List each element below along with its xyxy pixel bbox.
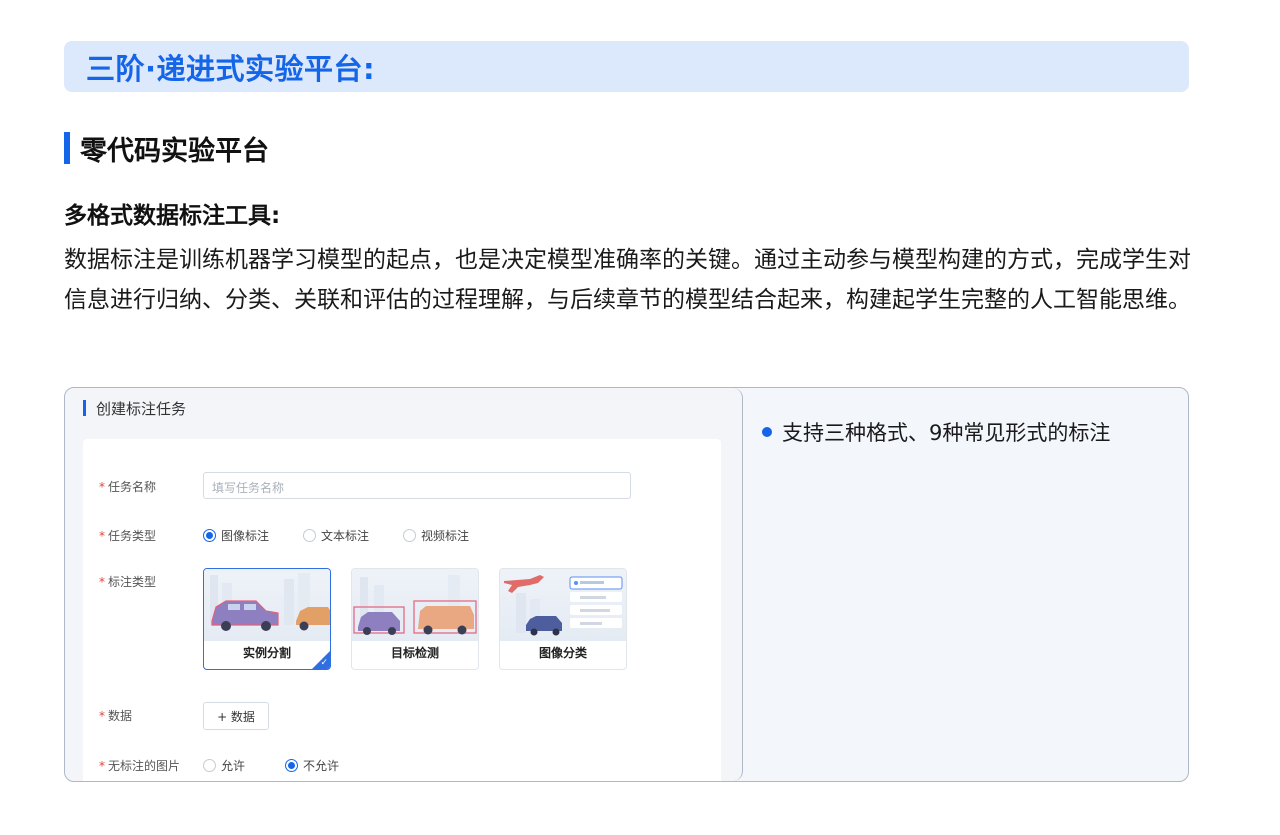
data-label: * 数据 xyxy=(99,709,133,723)
radio-circle xyxy=(203,759,216,772)
radio-disallow[interactable]: 不允许 xyxy=(285,757,339,774)
radio-circle-checked xyxy=(203,529,216,542)
instance-segmentation-thumbnail xyxy=(204,569,330,641)
form-heading: 创建标注任务 xyxy=(83,398,186,418)
task-name-label: * 任务名称 xyxy=(99,480,157,494)
banner-title: 三阶·递进式实验平台: xyxy=(86,51,376,86)
card-label: 目标检测 xyxy=(390,646,439,660)
annotation-task-screenshot: 创建标注任务 * 任务名称 填写任务名称 * 任务类型 图像标注 文本标注 视频… xyxy=(65,388,743,781)
radio-circle xyxy=(303,529,317,542)
heading-accent-bar xyxy=(83,400,86,416)
required-mark: * xyxy=(99,480,105,494)
section-title: 零代码实验平台 xyxy=(80,135,269,167)
required-mark: * xyxy=(99,529,105,543)
bullet-item: 支持三种格式、9种常见形式的标注 xyxy=(762,417,1110,447)
radio-circle xyxy=(403,529,417,542)
radio-circle-checked xyxy=(285,759,299,772)
task-form: * 任务名称 填写任务名称 * 任务类型 图像标注 文本标注 视频标注 * 标注… xyxy=(83,439,721,781)
feature-description: 数据标注是训练机器学习模型的起点，也是决定模型准确率的关键。通过主动参与模型构建… xyxy=(64,247,1191,313)
card-object-detection[interactable]: 目标检测 xyxy=(351,568,479,670)
required-mark: * xyxy=(99,759,105,773)
required-mark: * xyxy=(99,709,105,723)
bullet-text: 支持三种格式、9种常见形式的标注 xyxy=(782,421,1111,445)
object-detection-thumbnail xyxy=(352,569,478,641)
section-heading: 零代码实验平台 xyxy=(64,128,269,168)
card-instance-segmentation[interactable]: 实例分割 ✓ xyxy=(203,568,331,670)
task-type-label: * 任务类型 xyxy=(99,529,157,543)
task-name-input[interactable]: 填写任务名称 xyxy=(203,472,631,499)
annotation-type-label: * 标注类型 xyxy=(99,575,157,589)
card-image-classification[interactable]: 图像分类 xyxy=(499,568,627,670)
form-heading-text: 创建标注任务 xyxy=(96,399,187,418)
banner: 三阶·递进式实验平台: xyxy=(64,41,1189,92)
section-accent-bar xyxy=(64,132,70,164)
unlabeled-images-label: * 无标注的图片 xyxy=(99,759,181,773)
radio-text-annotation[interactable]: 文本标注 xyxy=(303,527,369,544)
image-classification-thumbnail xyxy=(500,569,626,641)
bullet-dot-icon xyxy=(762,427,772,437)
radio-image-annotation[interactable]: 图像标注 xyxy=(203,527,269,544)
task-type-radio-group: 图像标注 文本标注 视频标注 xyxy=(203,527,503,544)
add-data-button[interactable]: + 数据 xyxy=(203,702,269,730)
radio-allow[interactable]: 允许 xyxy=(203,757,245,774)
check-icon: ✓ xyxy=(320,658,328,668)
feature-title: 多格式数据标注工具: xyxy=(64,203,281,229)
required-mark: * xyxy=(99,575,105,589)
card-label: 图像分类 xyxy=(538,646,587,660)
radio-video-annotation[interactable]: 视频标注 xyxy=(403,527,469,544)
unlabeled-radio-group: 允许 不允许 xyxy=(203,757,373,774)
